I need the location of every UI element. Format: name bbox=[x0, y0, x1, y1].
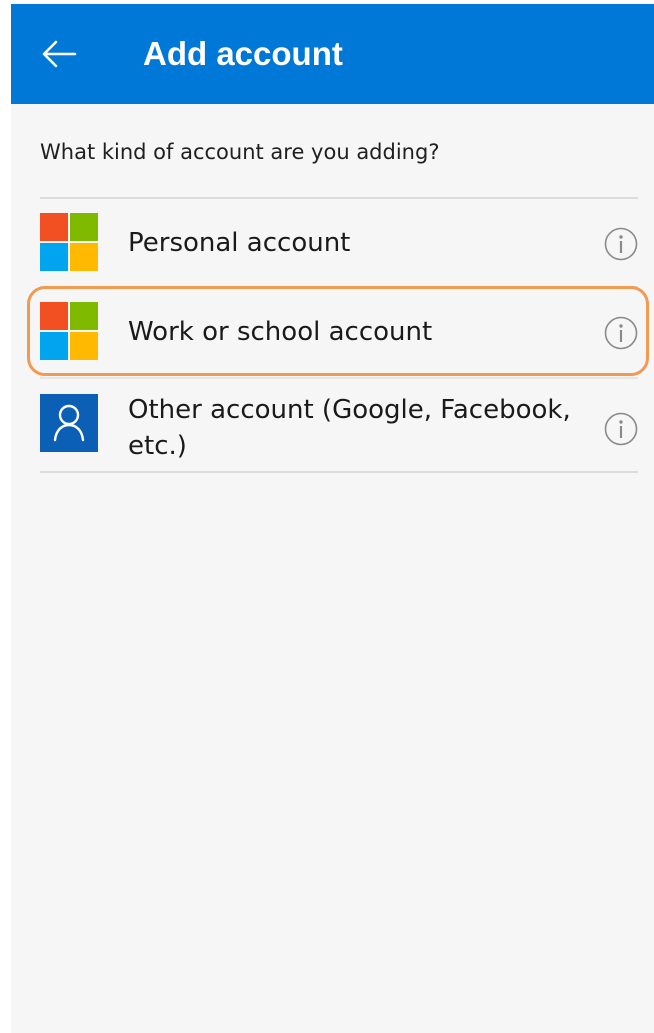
arrow-left-icon bbox=[42, 40, 77, 68]
app-bar: Add account bbox=[11, 4, 654, 104]
divider bbox=[40, 197, 638, 199]
back-button[interactable] bbox=[33, 32, 85, 76]
info-icon[interactable] bbox=[604, 412, 638, 446]
person-glyph-icon bbox=[53, 404, 85, 442]
other-account-option[interactable]: Other account (Google, Facebook, etc.) bbox=[40, 392, 638, 468]
info-icon[interactable] bbox=[604, 316, 638, 350]
divider bbox=[40, 377, 638, 379]
person-icon bbox=[40, 394, 98, 452]
divider bbox=[40, 471, 638, 473]
page-title: Add account bbox=[143, 35, 343, 72]
add-account-screen: Add account What kind of account are you… bbox=[11, 4, 654, 1033]
divider bbox=[40, 286, 638, 288]
microsoft-logo-icon bbox=[40, 302, 98, 360]
work-or-school-account-label: Work or school account bbox=[128, 317, 433, 347]
account-type-prompt: What kind of account are you adding? bbox=[40, 140, 440, 164]
personal-account-label: Personal account bbox=[128, 228, 351, 258]
work-or-school-account-option[interactable]: Work or school account bbox=[40, 301, 638, 363]
personal-account-option[interactable]: Personal account bbox=[40, 212, 638, 274]
info-icon[interactable] bbox=[604, 227, 638, 261]
other-account-label: Other account (Google, Facebook, etc.) bbox=[128, 395, 571, 461]
microsoft-logo-icon bbox=[40, 213, 98, 271]
